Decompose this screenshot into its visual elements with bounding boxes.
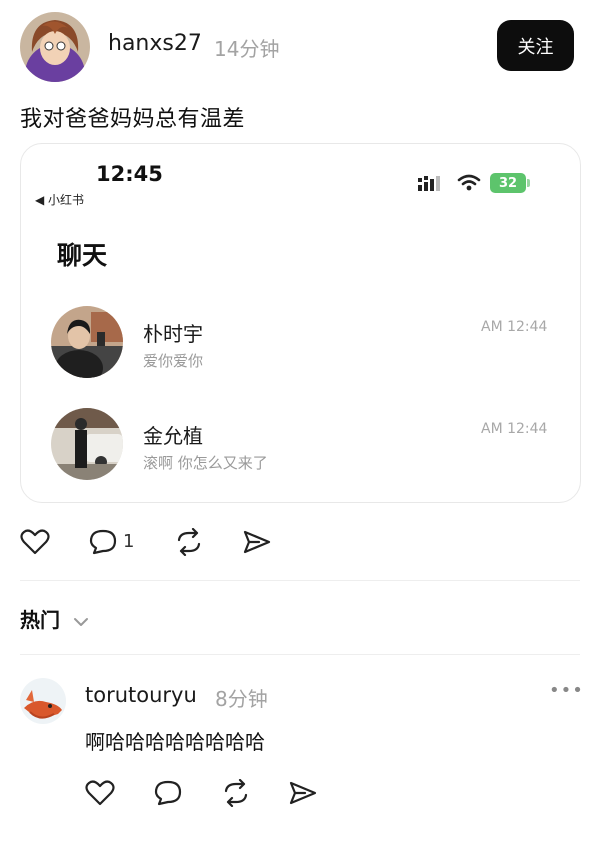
post-image[interactable]: 12:45 ◀ 小红书 32 聊天 朴时宇 爱你爱你 AM 12:44 金允植 … — [20, 143, 581, 503]
chat-preview: 爱你爱你 — [143, 352, 204, 370]
comment-share-icon[interactable] — [288, 779, 318, 807]
more-options-icon[interactable]: ••• — [549, 680, 584, 701]
author-avatar[interactable] — [20, 12, 90, 82]
commenter-avatar[interactable] — [20, 678, 66, 724]
comment-count: 1 — [123, 531, 135, 552]
follow-button[interactable]: 关注 — [497, 20, 574, 71]
chevron-down-icon — [73, 617, 88, 626]
chat-preview: 滚啊 你怎么又来了 — [143, 454, 268, 472]
sort-label: 热门 — [20, 608, 60, 632]
comment-text: 啊哈哈哈哈哈哈哈哈 — [85, 730, 265, 754]
commenter-username[interactable]: torutouryu — [85, 683, 197, 707]
chat-time: AM 12:44 — [481, 421, 548, 437]
divider — [20, 580, 580, 581]
comment-icon[interactable] — [88, 528, 118, 556]
sort-selector[interactable]: 热门 — [20, 604, 89, 633]
comment-timestamp: 8分钟 — [215, 687, 268, 711]
post-timestamp: 14分钟 — [214, 37, 280, 61]
share-icon[interactable] — [242, 528, 272, 556]
comment-repost-icon[interactable] — [221, 779, 251, 807]
battery-icon: 32 — [490, 173, 526, 193]
battery-tip — [527, 179, 530, 187]
chat-name: 金允植 — [143, 424, 203, 448]
chat-name: 朴时宇 — [143, 322, 203, 346]
chat-time: AM 12:44 — [481, 319, 548, 335]
divider — [20, 654, 580, 655]
chat-title: 聊天 — [57, 241, 108, 270]
signal-icon — [418, 176, 440, 191]
status-clock: 12:45 — [96, 162, 163, 186]
comment-like-icon[interactable] — [85, 779, 115, 807]
back-label: ◀ 小红书 — [35, 193, 85, 207]
post-text: 我对爸爸妈妈总有温差 — [20, 107, 246, 132]
wifi-icon — [457, 174, 481, 191]
chat-avatar-2 — [51, 408, 123, 480]
comment-reply-icon[interactable] — [153, 779, 183, 807]
author-username[interactable]: hanxs27 — [108, 31, 202, 56]
repost-icon[interactable] — [174, 528, 204, 556]
like-icon[interactable] — [20, 528, 50, 556]
chat-avatar-1 — [51, 306, 123, 378]
